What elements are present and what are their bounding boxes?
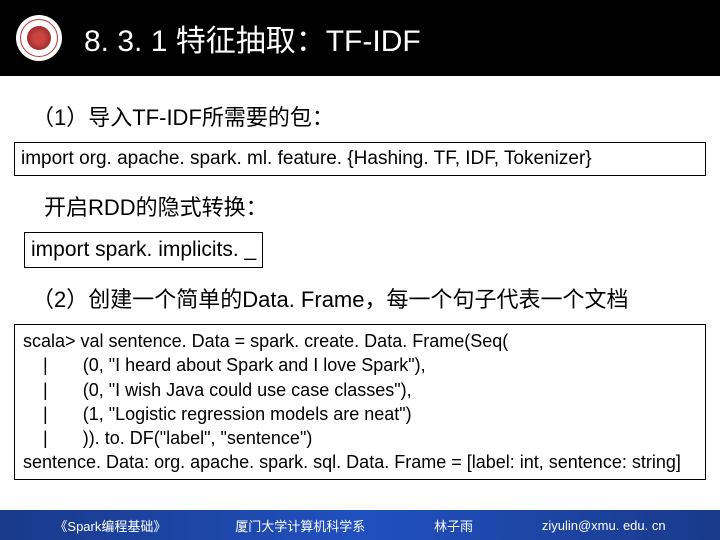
- slide-title: 8. 3. 1 特征抽取：TF-IDF: [84, 16, 421, 60]
- slide-header: 8. 3. 1 特征抽取：TF-IDF: [0, 0, 720, 76]
- slide-content: （1）导入TF-IDF所需要的包： import org. apache. sp…: [0, 76, 720, 480]
- step-1b-label: 开启RDD的隐式转换：: [44, 190, 706, 222]
- footer-author: 林子雨: [434, 516, 473, 535]
- footer-email: ziyulin@xmu. edu. cn: [542, 518, 666, 533]
- code-import-implicits: import spark. implicits. _: [24, 232, 263, 268]
- slide-footer: 《Spark编程基础》 厦门大学计算机科学系 林子雨 ziyulin@xmu. …: [0, 510, 720, 540]
- step-2-label: （2）创建一个简单的Data. Frame，每一个句子代表一个文档: [32, 282, 706, 314]
- code-create-dataframe: scala> val sentence. Data = spark. creat…: [14, 324, 706, 480]
- code-import-tfidf: import org. apache. spark. ml. feature. …: [14, 142, 706, 176]
- university-logo: [16, 15, 62, 61]
- step-1-label: （1）导入TF-IDF所需要的包：: [32, 100, 706, 132]
- footer-book: 《Spark编程基础》: [54, 516, 166, 535]
- footer-dept: 厦门大学计算机科学系: [235, 516, 365, 535]
